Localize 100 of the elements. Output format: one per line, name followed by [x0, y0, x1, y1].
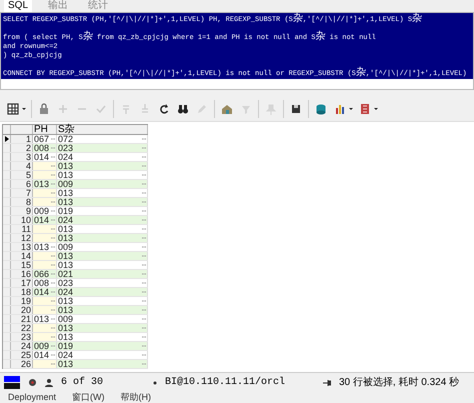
table-cell: 008 — [34, 144, 50, 152]
user-icon[interactable] — [45, 378, 53, 387]
table-row[interactable]: 26 013 — [3, 360, 148, 369]
table-cell: 009 — [34, 206, 50, 216]
table-row[interactable]: 4 013 — [3, 162, 148, 171]
row-number: 26 — [11, 360, 33, 368]
table-row[interactable]: 18 014 024 — [3, 288, 148, 297]
table-cell: 014 — [34, 288, 50, 296]
table-row[interactable]: 7 013 — [3, 189, 148, 198]
row-number: 25 — [11, 351, 33, 359]
row-number: 19 — [11, 297, 33, 305]
table-cell: 013 — [58, 296, 74, 306]
tab[interactable]: SQL — [4, 0, 32, 12]
table-row[interactable]: 16 066 021 — [3, 270, 148, 279]
table-cell: 023 — [58, 144, 74, 152]
table-row[interactable]: 15 013 — [3, 261, 148, 270]
row-number: 7 — [11, 189, 33, 197]
table-cell: 013 — [58, 170, 74, 180]
color-swatch-icon — [4, 376, 20, 389]
row-number: 9 — [11, 207, 33, 215]
row-number: 2 — [11, 144, 33, 152]
row-number: 21 — [11, 315, 33, 323]
column-header[interactable]: S杂 — [58, 124, 75, 134]
table-cell: 066 — [34, 270, 50, 278]
table-cell: 014 — [34, 216, 50, 224]
table-cell: 024 — [58, 350, 74, 360]
table-row[interactable]: 9 009 019 — [3, 207, 148, 216]
table-cell: 013 — [58, 162, 74, 170]
table-cell: 013 — [58, 198, 74, 206]
table-row[interactable]: 17 008 023 — [3, 279, 148, 288]
table-cell: 023 — [58, 278, 74, 288]
record-count: 6 of 30 — [61, 376, 104, 390]
row-number: 10 — [11, 216, 33, 224]
table-cell: 008 — [34, 278, 50, 288]
table-cell: 013 — [34, 314, 50, 324]
row-number: 17 — [11, 279, 33, 287]
table-cell: 013 — [58, 224, 74, 234]
lock-icon[interactable] — [37, 100, 51, 116]
table-row[interactable]: 1 067 072 — [3, 135, 148, 144]
table-row[interactable]: 14 013 — [3, 252, 148, 261]
table-row[interactable]: 13 013 009 — [3, 243, 148, 252]
table-row[interactable]: 19 013 — [3, 297, 148, 306]
table-row[interactable]: 21 013 009 — [3, 315, 148, 324]
table-row[interactable]: 10 014 024 — [3, 216, 148, 225]
table-row[interactable]: 11 013 — [3, 225, 148, 234]
menu-item[interactable]: 帮助(H) — [120, 392, 152, 403]
table-cell: 013 — [58, 188, 74, 198]
row-number: 5 — [11, 171, 33, 179]
table-row[interactable]: 25 014 024 — [3, 351, 148, 360]
table-cell: 013 — [58, 324, 74, 332]
table-cell: 024 — [58, 288, 74, 296]
row-number: 13 — [11, 243, 33, 251]
table-cell: 009 — [58, 242, 74, 252]
table-row[interactable]: 2 008 023 — [3, 144, 148, 153]
row-number: 24 — [11, 342, 33, 350]
table-row[interactable]: 22 013 — [3, 324, 148, 333]
table-cell: 024 — [58, 152, 74, 162]
table-cell: 013 — [34, 242, 50, 252]
column-header[interactable]: PH — [34, 124, 48, 134]
table-cell: 067 — [34, 134, 50, 144]
connection-label: BI@10.110.11.11/orcl — [165, 376, 286, 390]
table-cell: 013 — [58, 332, 74, 342]
table-cell: 013 — [34, 180, 50, 188]
row-number: 20 — [11, 306, 33, 314]
table-row[interactable]: 24 009 019 — [3, 342, 148, 351]
row-number: 22 — [11, 324, 33, 332]
table-cell: 072 — [58, 134, 74, 144]
row-number: 14 — [11, 252, 33, 260]
row-number: 18 — [11, 288, 33, 296]
grid-icon[interactable] — [6, 100, 26, 116]
table-cell: 009 — [58, 180, 74, 188]
sql-editor[interactable] — [1, 13, 473, 79]
row-number: 11 — [11, 225, 33, 233]
row-number: 3 — [11, 153, 33, 161]
table-cell: 013 — [58, 252, 74, 260]
table-cell: 021 — [58, 270, 74, 278]
menu-item[interactable]: 窗口(W) — [72, 392, 105, 403]
row-number: 6 — [11, 180, 33, 188]
table-row[interactable]: 12 013 — [3, 234, 148, 243]
status-message: 30 行被选择, 耗时 0.324 秒 — [339, 376, 460, 390]
table-row[interactable]: 20 013 — [3, 306, 148, 315]
menu-item[interactable]: Deployment — [8, 392, 56, 403]
table-cell: 013 — [58, 306, 74, 314]
table-cell: 014 — [34, 152, 50, 162]
table-cell: 013 — [58, 234, 74, 242]
row-number: 15 — [11, 261, 33, 269]
row-number: 16 — [11, 270, 33, 278]
table-row[interactable]: 8 013 — [3, 198, 148, 207]
row-number: 1 — [11, 135, 33, 143]
table-row[interactable]: 3 014 024 — [3, 153, 148, 162]
row-number: 12 — [11, 234, 33, 242]
table-cell: 019 — [58, 206, 74, 216]
table-cell: 009 — [58, 314, 74, 324]
row-number: 4 — [11, 162, 33, 170]
table-row[interactable]: 5 013 — [3, 171, 148, 180]
table-row[interactable]: 6 013 009 — [3, 180, 148, 189]
table-cell: 013 — [58, 260, 74, 270]
table-row[interactable]: 23 013 — [3, 333, 148, 342]
row-selector[interactable] — [3, 135, 11, 143]
row-indicator-icon — [4, 136, 8, 142]
